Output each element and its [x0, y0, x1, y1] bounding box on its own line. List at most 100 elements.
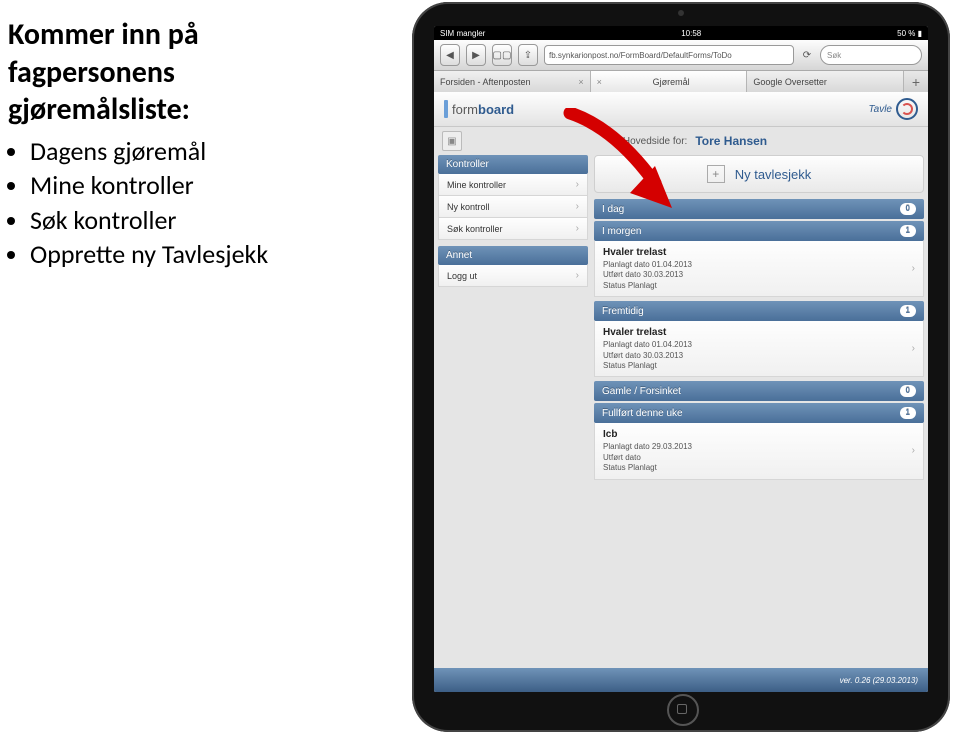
status-left: SIM mangler [440, 29, 485, 38]
browser-tabs: Forsiden - Aftenposten × × Gjøremål Goog… [434, 71, 928, 94]
tab-gjoremal[interactable]: × Gjøremål [591, 71, 748, 93]
section-header-kontroller: Kontroller [438, 155, 588, 174]
forward-button[interactable]: ▶ [466, 44, 486, 66]
task-meta: Icb Planlagt dato 29.03.2013 Utført dato… [603, 428, 696, 473]
tab-label: Forsiden - Aftenposten [440, 77, 531, 87]
task-row[interactable]: Icb Planlagt dato 29.03.2013 Utført dato… [594, 423, 924, 479]
back-button[interactable]: ◀ [440, 44, 460, 66]
group-title: Fremtidig [602, 306, 644, 317]
slide-heading-line1: Kommer inn på [8, 16, 348, 54]
chevron-right-icon: › [576, 179, 579, 190]
group-header-imorgen[interactable]: I morgen1 [594, 221, 924, 241]
task-row[interactable]: Hvaler trelast Planlagt dato 01.04.2013 … [594, 241, 924, 297]
row-logg-ut[interactable]: Logg ut › [438, 265, 588, 287]
row-sok-kontroller[interactable]: Søk kontroller › [438, 218, 588, 240]
row-ny-kontroll[interactable]: Ny kontroll › [438, 196, 588, 218]
count-badge: 0 [900, 203, 916, 215]
status-battery: 50 % ▮ [897, 29, 922, 38]
chevron-right-icon: › [912, 343, 915, 354]
task-utfort: Utført dato [603, 453, 692, 463]
task-utfort: Utført dato 30.03.2013 [603, 351, 692, 361]
ios-status-bar: SIM mangler 10:58 50 % ▮ [434, 26, 928, 40]
chevron-right-icon: › [576, 201, 579, 212]
chevron-right-icon: › [912, 263, 915, 274]
formboard-logo: formboard [444, 100, 514, 118]
task-status: Status Planlagt [603, 281, 692, 291]
task-utfort: Utført dato 30.03.2013 [603, 270, 692, 280]
section-title: Kontroller [446, 159, 489, 170]
url-bar[interactable]: fb.synkarionpost.no/FormBoard/DefaultFor… [544, 45, 794, 65]
slide-bullet-list: Dagens gjøremål Mine kontroller Søk kont… [8, 135, 348, 271]
tab-aftenposten[interactable]: Forsiden - Aftenposten × [434, 71, 591, 93]
user-name: Tore Hansen [695, 134, 767, 148]
logo-text-form: form [452, 102, 478, 117]
row-label: Logg ut [447, 271, 477, 281]
count-badge: 1 [900, 305, 916, 317]
ipad-screen: SIM mangler 10:58 50 % ▮ ◀ ▶ ▢▢ ⇪ fb.syn… [434, 26, 928, 692]
tab-label: Gjøremål [602, 77, 740, 87]
task-title: Hvaler trelast [603, 246, 692, 259]
row-label: Søk kontroller [447, 224, 503, 234]
right-column: + Ny tavlesjekk I dag0 I morgen1 Hvaler … [594, 155, 924, 480]
group-header-fremtidig[interactable]: Fremtidig 1 [594, 301, 924, 321]
chevron-right-icon: › [912, 445, 915, 456]
task-planlagt: Planlagt dato 01.04.2013 [603, 260, 692, 270]
slide-text-block: Kommer inn på fagpersonens gjøremålslist… [8, 16, 348, 273]
slide-bullet: Mine kontroller [30, 169, 348, 202]
search-placeholder: Søk [827, 51, 841, 60]
count-badge: 0 [900, 385, 916, 397]
tab-label: Google Oversetter [753, 77, 827, 87]
tavle-icon [896, 98, 918, 120]
bookmarks-button[interactable]: ▢▢ [492, 44, 512, 66]
ny-tavlesjekk-button[interactable]: + Ny tavlesjekk [594, 155, 924, 193]
task-status: Status Planlagt [603, 361, 692, 371]
group-title: Gamle / Forsinket [602, 386, 681, 397]
slide-bullet: Opprette ny Tavlesjekk [30, 238, 348, 271]
tab-google-oversetter[interactable]: Google Oversetter [747, 71, 904, 93]
new-tab-button[interactable]: + [904, 71, 928, 93]
task-meta: Hvaler trelast Planlagt dato 01.04.2013 … [603, 326, 696, 371]
group-header-idag[interactable]: I dag 0 [594, 199, 924, 219]
app-footer: ver. 0.26 (29.03.2013) [434, 668, 928, 692]
home-icon[interactable]: ▣ [442, 131, 462, 151]
row-mine-kontroller[interactable]: Mine kontroller › [438, 174, 588, 196]
row-label: Ny kontroll [447, 202, 490, 212]
search-input[interactable]: Søk [820, 45, 922, 65]
tavle-text: Tavle [868, 104, 892, 115]
group-header-fullfort[interactable]: Fullført denne uke 1 [594, 403, 924, 423]
task-title: Hvaler trelast [603, 326, 692, 339]
section-title: Annet [446, 250, 472, 261]
ipad-camera [678, 10, 684, 16]
count-badge: 1 [900, 407, 916, 419]
section-header-annet: Annet [438, 246, 588, 265]
ipad-home-button[interactable] [667, 694, 699, 726]
task-planlagt: Planlagt dato 01.04.2013 [603, 340, 692, 350]
status-time: 10:58 [681, 29, 701, 38]
close-icon[interactable]: × [578, 77, 583, 87]
reload-button[interactable]: ⟳ [800, 50, 814, 61]
task-row[interactable]: Hvaler trelast Planlagt dato 01.04.2013 … [594, 321, 924, 377]
task-title: Icb [603, 428, 692, 441]
footer-version: ver. 0.26 (29.03.2013) [840, 676, 918, 685]
ipad-frame: SIM mangler 10:58 50 % ▮ ◀ ▶ ▢▢ ⇪ fb.syn… [412, 2, 950, 732]
subheader-label: Hovedside for: [623, 136, 687, 147]
group-header-gamle[interactable]: Gamle / Forsinket 0 [594, 381, 924, 401]
subheader: ▣ Hovedside for: Tore Hansen [434, 127, 928, 155]
slide-bullet: Dagens gjøremål [30, 135, 348, 168]
browser-toolbar: ◀ ▶ ▢▢ ⇪ fb.synkarionpost.no/FormBoard/D… [434, 40, 928, 71]
chevron-right-icon: › [576, 223, 579, 234]
logo-text-board: board [478, 102, 514, 117]
task-status: Status Planlagt [603, 463, 692, 473]
row-label: Mine kontroller [447, 180, 506, 190]
group-title: I morgen [602, 226, 641, 237]
share-button[interactable]: ⇪ [518, 44, 538, 66]
ny-tavlesjekk-label: Ny tavlesjekk [735, 167, 812, 182]
left-column: Kontroller Mine kontroller › Ny kontroll ›… [438, 155, 588, 480]
chevron-right-icon: › [576, 270, 579, 281]
tavle-logo: Tavle [868, 98, 918, 120]
slide-heading-line2: fagpersonens [8, 54, 348, 92]
group-title: I dag [602, 204, 624, 215]
url-text: fb.synkarionpost.no/FormBoard/DefaultFor… [549, 51, 732, 60]
plus-icon: + [707, 165, 725, 183]
group-title: Fullført denne uke [602, 408, 683, 419]
